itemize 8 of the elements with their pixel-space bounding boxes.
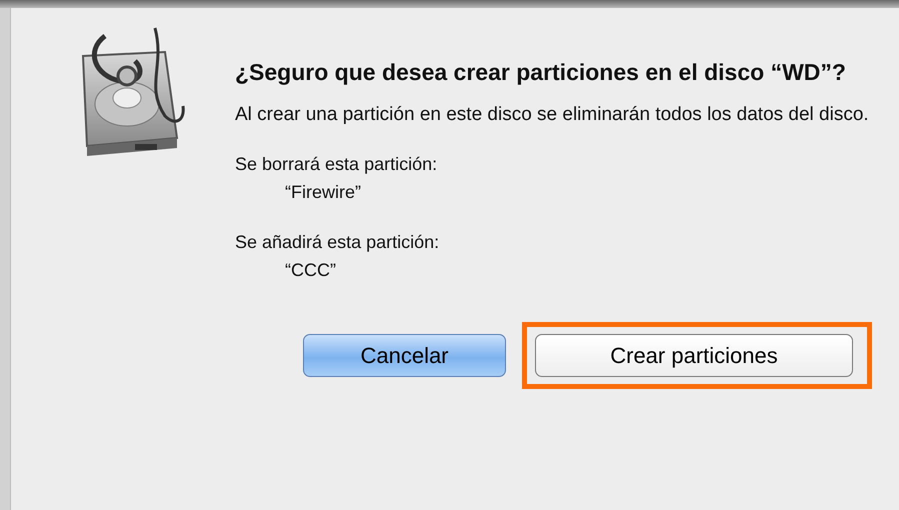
partition-change-label: Se borrará esta partición: <box>235 153 438 176</box>
partition-change-label: Se añadirá esta partición: <box>235 231 440 254</box>
partition-name: “CCC” <box>284 259 336 282</box>
partition-name: “Firewire” <box>284 181 361 204</box>
create-partitions-button[interactable]: Crear particiones <box>535 334 853 377</box>
dialog-title: ¿Seguro que desea crear particiones en el disco “WD”? <box>235 58 847 87</box>
dialog-message: Al crear una partición en este disco se eliminarán todos los datos del disco. <box>235 103 870 127</box>
cancel-button[interactable]: Cancelar <box>303 334 506 377</box>
